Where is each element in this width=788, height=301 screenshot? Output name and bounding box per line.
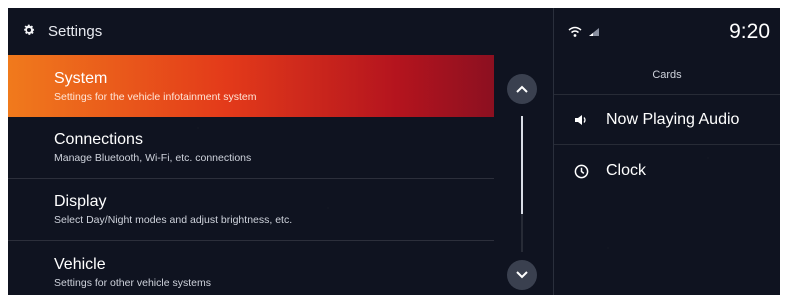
menu-item-vehicle[interactable]: Vehicle Settings for other vehicle syste… — [8, 241, 494, 295]
scrollbar-track[interactable] — [521, 116, 523, 252]
page-title: Settings — [48, 23, 103, 40]
scroll-up-button[interactable] — [507, 74, 537, 104]
menu-item-connections[interactable]: Connections Manage Bluetooth, Wi-Fi, etc… — [8, 117, 494, 179]
infotainment-screen: Settings System Settings for the vehicle… — [8, 8, 780, 295]
card-now-playing[interactable]: Now Playing Audio — [554, 95, 780, 145]
wifi-icon — [568, 26, 582, 37]
gear-icon — [22, 23, 36, 41]
cards-pane: 9:20 Cards Now Playing Audio Clock — [554, 8, 780, 295]
speaker-icon — [572, 114, 590, 126]
menu-item-title: Vehicle — [54, 255, 106, 273]
settings-menu: System Settings for the vehicle infotain… — [8, 55, 494, 295]
scroll-down-button[interactable] — [507, 260, 537, 290]
menu-item-description: Settings for the vehicle infotainment sy… — [54, 90, 257, 103]
card-clock[interactable]: Clock — [554, 146, 780, 196]
phone-signal-icon — [589, 27, 599, 36]
menu-item-title: Connections — [54, 131, 143, 148]
scrollbar-thumb[interactable] — [521, 116, 523, 214]
chevron-up-icon — [516, 85, 528, 93]
menu-item-display[interactable]: Display Select Day/Night modes and adjus… — [8, 179, 494, 241]
menu-item-title: Display — [54, 193, 107, 210]
clock-icon — [572, 164, 590, 179]
menu-item-description: Select Day/Night modes and adjust bright… — [54, 214, 293, 226]
menu-item-description: Settings for other vehicle systems — [54, 276, 211, 289]
settings-header: Settings — [8, 8, 549, 55]
cards-header: Cards — [554, 55, 780, 95]
card-label: Now Playing Audio — [606, 110, 740, 128]
status-time: 9:20 — [729, 19, 770, 43]
menu-item-title: System — [54, 69, 108, 87]
status-bar: 9:20 — [554, 8, 780, 55]
menu-item-system[interactable]: System Settings for the vehicle infotain… — [8, 55, 494, 117]
chevron-down-icon — [516, 271, 528, 279]
menu-item-description: Manage Bluetooth, Wi-Fi, etc. connection… — [54, 152, 252, 164]
scroll-column — [504, 72, 542, 292]
status-icons — [568, 26, 729, 38]
settings-pane: Settings System Settings for the vehicle… — [8, 8, 549, 295]
card-label: Clock — [606, 162, 647, 179]
